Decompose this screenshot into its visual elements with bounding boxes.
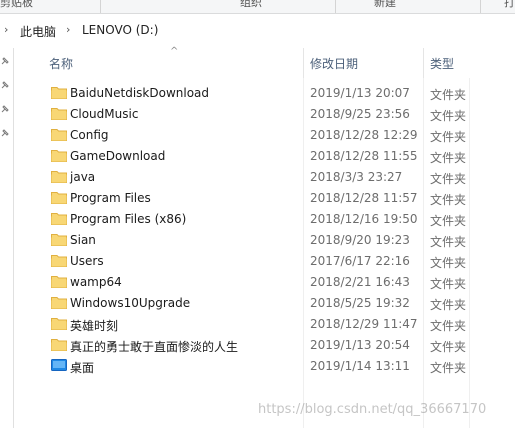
- file-modified-date: 2018/5/25 19:32: [310, 296, 410, 310]
- folder-icon: [51, 253, 67, 267]
- file-type: 文件夹: [430, 172, 467, 186]
- column-header: ^ 名称 修改日期 类型: [33, 46, 515, 78]
- file-type: 文件夹: [430, 193, 467, 207]
- breadcrumb-this-pc[interactable]: 此电脑: [20, 23, 56, 40]
- folder-icon: [51, 148, 67, 162]
- ribbon-separator: [335, 0, 336, 13]
- file-name: BaiduNetdiskDownload: [70, 86, 210, 100]
- file-row[interactable]: Sian 2018/9/20 19:23 文件夹: [48, 230, 468, 251]
- file-type: 文件夹: [430, 277, 467, 291]
- file-row[interactable]: 真正的勇士敢于直面惨淡的人生 2019/1/13 20:54 文件夹: [48, 335, 468, 356]
- file-name: 英雄时刻: [70, 319, 119, 333]
- folder-icon: [51, 337, 67, 351]
- file-name: java: [70, 170, 96, 184]
- file-modified-date: 2018/2/21 16:43: [310, 275, 410, 289]
- file-row[interactable]: Users 2017/6/17 22:16 文件夹: [48, 251, 468, 272]
- file-row[interactable]: Program Files 2018/12/28 11:57 文件夹: [48, 188, 468, 209]
- file-name: CloudMusic: [70, 107, 139, 121]
- file-type: 文件夹: [430, 340, 467, 354]
- watermark: https://blog.csdn.net/qq_36667170: [258, 402, 487, 417]
- file-row[interactable]: Windows10Upgrade 2018/5/25 19:32 文件夹: [48, 293, 468, 314]
- navigation-pane: [0, 48, 14, 428]
- column-divider[interactable]: [423, 48, 424, 78]
- file-name: Windows10Upgrade: [70, 296, 191, 310]
- file-type: 文件夹: [430, 319, 467, 333]
- file-type: 文件夹: [430, 88, 467, 102]
- address-bar[interactable]: › 此电脑 › LENOVO (D:): [0, 20, 515, 42]
- file-type: 文件夹: [430, 109, 467, 123]
- file-modified-date: 2018/12/28 11:57: [310, 191, 418, 205]
- folder-icon: [51, 169, 67, 183]
- file-modified-date: 2018/9/20 19:23: [310, 233, 410, 247]
- file-type: 文件夹: [430, 130, 467, 144]
- file-name: GameDownload: [70, 149, 166, 163]
- file-name: Config: [70, 128, 109, 142]
- folder-icon: [51, 211, 67, 225]
- file-modified-date: 2018/12/29 11:47: [310, 317, 418, 331]
- ribbon-separator: [480, 0, 481, 13]
- ribbon-open-label[interactable]: 打: [504, 0, 515, 10]
- chevron-right-icon[interactable]: ›: [66, 23, 70, 36]
- file-modified-date: 2018/12/28 11:55: [310, 149, 418, 163]
- column-date-header[interactable]: 修改日期: [310, 55, 358, 72]
- desktop-folder-icon: [51, 358, 67, 372]
- file-row[interactable]: Program Files (x86) 2018/12/16 19:50 文件夹: [48, 209, 468, 230]
- pin-icon[interactable]: [0, 56, 10, 66]
- file-name: wamp64: [70, 275, 122, 289]
- file-name: 桌面: [70, 361, 95, 375]
- folder-icon: [51, 85, 67, 99]
- file-modified-date: 2019/1/13 20:07: [310, 86, 410, 100]
- file-modified-date: 2018/9/25 23:56: [310, 107, 410, 121]
- ribbon-organize-label[interactable]: 组织: [240, 0, 262, 10]
- file-row[interactable]: 英雄时刻 2018/12/29 11:47 文件夹: [48, 314, 468, 335]
- file-row[interactable]: BaiduNetdiskDownload 2019/1/13 20:07 文件夹: [48, 83, 468, 104]
- pin-icon[interactable]: [0, 80, 10, 90]
- file-row[interactable]: Config 2018/12/28 12:29 文件夹: [48, 125, 468, 146]
- file-modified-date: 2019/1/14 13:11: [310, 359, 410, 373]
- folder-icon: [51, 127, 67, 141]
- file-modified-date: 2019/1/13 20:54: [310, 338, 410, 352]
- chevron-right-icon[interactable]: ›: [4, 23, 8, 36]
- folder-icon: [51, 232, 67, 246]
- ribbon-separator: [100, 0, 101, 13]
- pin-icon[interactable]: [0, 128, 10, 138]
- folder-icon: [51, 190, 67, 204]
- column-divider[interactable]: [303, 48, 304, 78]
- file-type: 文件夹: [430, 361, 467, 375]
- ribbon-new-label[interactable]: 新建: [374, 0, 396, 10]
- file-modified-date: 2018/12/16 19:50: [310, 212, 418, 226]
- file-type: 文件夹: [430, 151, 467, 165]
- column-grid-line: [469, 78, 470, 428]
- column-type-header[interactable]: 类型: [430, 55, 454, 72]
- sort-ascending-icon: ^: [170, 46, 179, 57]
- file-row[interactable]: java 2018/3/3 23:27 文件夹: [48, 167, 468, 188]
- file-name: Users: [70, 254, 104, 268]
- file-type: 文件夹: [430, 298, 467, 312]
- breadcrumb-drive[interactable]: LENOVO (D:): [82, 23, 158, 37]
- folder-icon: [51, 106, 67, 120]
- file-type: 文件夹: [430, 256, 467, 270]
- file-name: Sian: [70, 233, 96, 247]
- file-modified-date: 2018/3/3 23:27: [310, 170, 403, 184]
- file-name: 真正的勇士敢于直面惨淡的人生: [70, 340, 239, 354]
- folder-icon: [51, 316, 67, 330]
- ribbon-strip: 剪贴板 组织 新建 打: [0, 0, 515, 14]
- file-type: 文件夹: [430, 235, 467, 249]
- file-row[interactable]: 桌面 2019/1/14 13:11 文件夹: [48, 356, 468, 377]
- column-name-header[interactable]: 名称: [49, 55, 73, 72]
- file-row[interactable]: GameDownload 2018/12/28 11:55 文件夹: [48, 146, 468, 167]
- folder-icon: [51, 274, 67, 288]
- file-modified-date: 2018/12/28 12:29: [310, 128, 418, 142]
- file-type: 文件夹: [430, 214, 467, 228]
- file-name: Program Files (x86): [70, 212, 187, 226]
- ribbon-clipboard-label[interactable]: 剪贴板: [0, 0, 33, 10]
- file-modified-date: 2017/6/17 22:16: [310, 254, 410, 268]
- folder-icon: [51, 295, 67, 309]
- file-row[interactable]: CloudMusic 2018/9/25 23:56 文件夹: [48, 104, 468, 125]
- file-name: Program Files: [70, 191, 151, 205]
- pin-icon[interactable]: [0, 104, 10, 114]
- file-row[interactable]: wamp64 2018/2/21 16:43 文件夹: [48, 272, 468, 293]
